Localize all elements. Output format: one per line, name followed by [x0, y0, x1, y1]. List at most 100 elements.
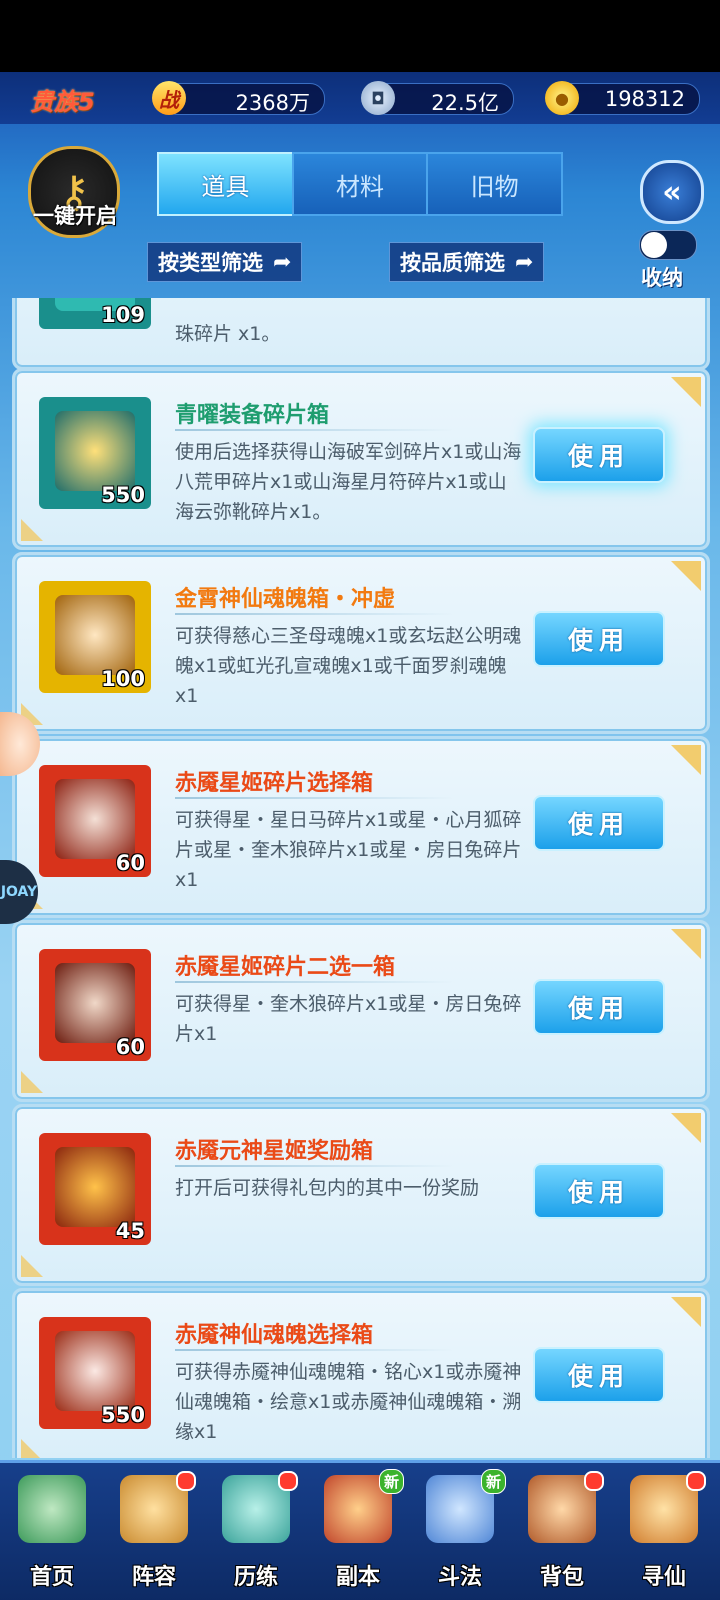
item-thumbnail[interactable]: 45	[39, 1133, 151, 1245]
item-art	[55, 779, 135, 859]
nav-battle[interactable]: 新 斗法	[410, 1469, 510, 1597]
tab-relics[interactable]: 旧物	[426, 152, 564, 216]
nav-seek-immortal[interactable]: 寻仙	[614, 1469, 714, 1597]
status-bar	[0, 0, 720, 72]
use-button[interactable]: 使用	[533, 611, 665, 667]
item-art	[55, 595, 135, 675]
divider	[175, 981, 455, 983]
nav-home[interactable]: 首页	[2, 1469, 102, 1597]
use-button[interactable]: 使用	[533, 427, 665, 483]
power-display: 战 2368万	[152, 81, 325, 115]
divider	[175, 429, 455, 431]
nav-backpack[interactable]: 背包	[512, 1469, 612, 1597]
item-count: 550	[101, 483, 145, 507]
item-count: 45	[115, 1219, 145, 1243]
coin-value: 22.5亿	[431, 91, 499, 115]
filter-by-type-button[interactable]: 按类型筛选 ➦	[147, 242, 303, 282]
nav-label: 寻仙	[641, 1565, 686, 1590]
arrow-right-icon: ➦	[515, 249, 534, 275]
item-description: 珠碎片 x1。	[175, 323, 281, 345]
corner-ornament	[671, 561, 701, 591]
notification-dot	[278, 1471, 298, 1491]
item-name: 赤魇元神星姬奖励箱	[175, 1139, 374, 1164]
item-description: 可获得慈心三圣母魂魄x1或玄坛赵公明魂魄x1或虹光孔宣魂魄x1或千面罗刹魂魄x1	[175, 625, 522, 707]
nav-training[interactable]: 历练	[206, 1469, 306, 1597]
item-art	[55, 1147, 135, 1227]
use-button[interactable]: 使用	[533, 1163, 665, 1219]
nav-label: 历练	[233, 1565, 278, 1590]
item-description: 可获得星・奎木狼碎片x1或星・房日兔碎片x1	[175, 993, 522, 1045]
corner-ornament	[21, 1439, 43, 1458]
item-art	[55, 411, 135, 491]
filter-by-quality-label: 按品质筛选	[400, 251, 505, 275]
item-thumbnail[interactable]: 60	[39, 765, 151, 877]
nav-lineup[interactable]: 阵容	[104, 1469, 204, 1597]
corner-ornament	[671, 1297, 701, 1327]
divider	[175, 1165, 455, 1167]
arrow-right-icon: ➦	[273, 249, 292, 275]
item-count: 550	[101, 1403, 145, 1427]
home-icon	[18, 1475, 86, 1543]
back-button[interactable]: «	[640, 160, 704, 224]
gold-value: 198312	[604, 87, 685, 111]
item-name: 赤魇星姬碎片选择箱	[175, 771, 374, 796]
item-thumbnail[interactable]: 550	[39, 1317, 151, 1429]
coin-display: ◘ 22.5亿	[361, 81, 514, 115]
item-description: 使用后选择获得山海破军剑碎片x1或山海八荒甲碎片x1或山海星月符碎片x1或山海云…	[175, 441, 522, 523]
item-count: 100	[101, 667, 145, 691]
list-item: 60 赤魇星姬碎片选择箱 可获得星・星日马碎片x1或星・心月狐碎片或星・奎木狼碎…	[12, 736, 710, 918]
list-item-partial: 109 珠碎片 x1。	[12, 298, 710, 370]
item-count: 60	[115, 1035, 145, 1059]
item-list[interactable]: 109 珠碎片 x1。 550 青曜装备碎片箱 使用后选择获得山海破军剑碎片x1…	[0, 298, 720, 1458]
nav-label: 首页	[29, 1565, 74, 1590]
game-screen: 贵族5 战 2368万 ◘ 22.5亿 ● 198312 ⚷ 一键开启 道具 材…	[0, 72, 720, 1600]
list-item: 550 青曜装备碎片箱 使用后选择获得山海破军剑碎片x1或山海八荒甲碎片x1或山…	[12, 368, 710, 550]
divider	[175, 613, 455, 615]
currency-bar: 贵族5 战 2368万 ◘ 22.5亿 ● 198312	[0, 72, 720, 124]
gold-ingot-icon: ●	[545, 81, 579, 115]
use-button[interactable]: 使用	[533, 1347, 665, 1403]
item-thumbnail[interactable]: 60	[39, 949, 151, 1061]
notification-dot	[686, 1471, 706, 1491]
back-arrow-icon: «	[662, 174, 682, 210]
item-thumbnail[interactable]: 550	[39, 397, 151, 509]
nav-label: 斗法	[437, 1565, 482, 1590]
divider	[175, 1349, 455, 1351]
nav-label: 背包	[539, 1565, 584, 1590]
one-key-open-label: 一键开启	[33, 204, 117, 228]
use-button[interactable]: 使用	[533, 795, 665, 851]
item-name: 青曜装备碎片箱	[175, 403, 330, 428]
toggle-knob	[641, 232, 667, 258]
filter-by-type-label: 按类型筛选	[158, 251, 263, 275]
nav-label: 阵容	[131, 1565, 176, 1590]
list-item: 550 赤魇神仙魂魄选择箱 可获得赤魇神仙魂魄箱・铭心x1或赤魇神仙魂魄箱・绘意…	[12, 1288, 710, 1458]
gold-display: ● 198312	[545, 81, 700, 115]
coin-icon: ◘	[361, 81, 395, 115]
nav-dungeon[interactable]: 新 副本	[308, 1469, 408, 1597]
category-tabs: 道具 材料 旧物	[157, 152, 564, 216]
divider	[175, 797, 455, 799]
noble-level-label[interactable]: 贵族5	[30, 82, 95, 117]
new-badge: 新	[378, 1469, 404, 1494]
tab-items[interactable]: 道具	[157, 152, 294, 216]
list-item: 100 金霄神仙魂魄箱・冲虚 可获得慈心三圣母魂魄x1或玄坛赵公明魂魄x1或虹光…	[12, 552, 710, 734]
collapse-label: 收纳	[641, 266, 683, 290]
collapse-toggle[interactable]	[639, 230, 697, 260]
filter-by-quality-button[interactable]: 按品质筛选 ➦	[389, 242, 545, 282]
use-button[interactable]: 使用	[533, 979, 665, 1035]
item-count: 109	[101, 303, 145, 327]
list-item: 45 赤魇元神星姬奖励箱 打开后可获得礼包内的其中一份奖励 使用	[12, 1104, 710, 1286]
corner-ornament	[671, 745, 701, 775]
item-art	[55, 963, 135, 1043]
item-thumbnail[interactable]: 100	[39, 581, 151, 693]
tab-materials[interactable]: 材料	[291, 152, 429, 216]
list-item: 60 赤魇星姬碎片二选一箱 可获得星・奎木狼碎片x1或星・房日兔碎片x1 使用	[12, 920, 710, 1102]
corner-ornament	[21, 519, 43, 541]
new-badge: 新	[480, 1469, 506, 1494]
item-count: 60	[115, 851, 145, 875]
notification-dot	[176, 1471, 196, 1491]
power-value: 2368万	[235, 91, 310, 115]
item-description: 可获得星・星日马碎片x1或星・心月狐碎片或星・奎木狼碎片x1或星・房日兔碎片x1	[175, 809, 522, 891]
power-icon: 战	[152, 81, 186, 115]
nav-label: 副本	[335, 1565, 380, 1590]
